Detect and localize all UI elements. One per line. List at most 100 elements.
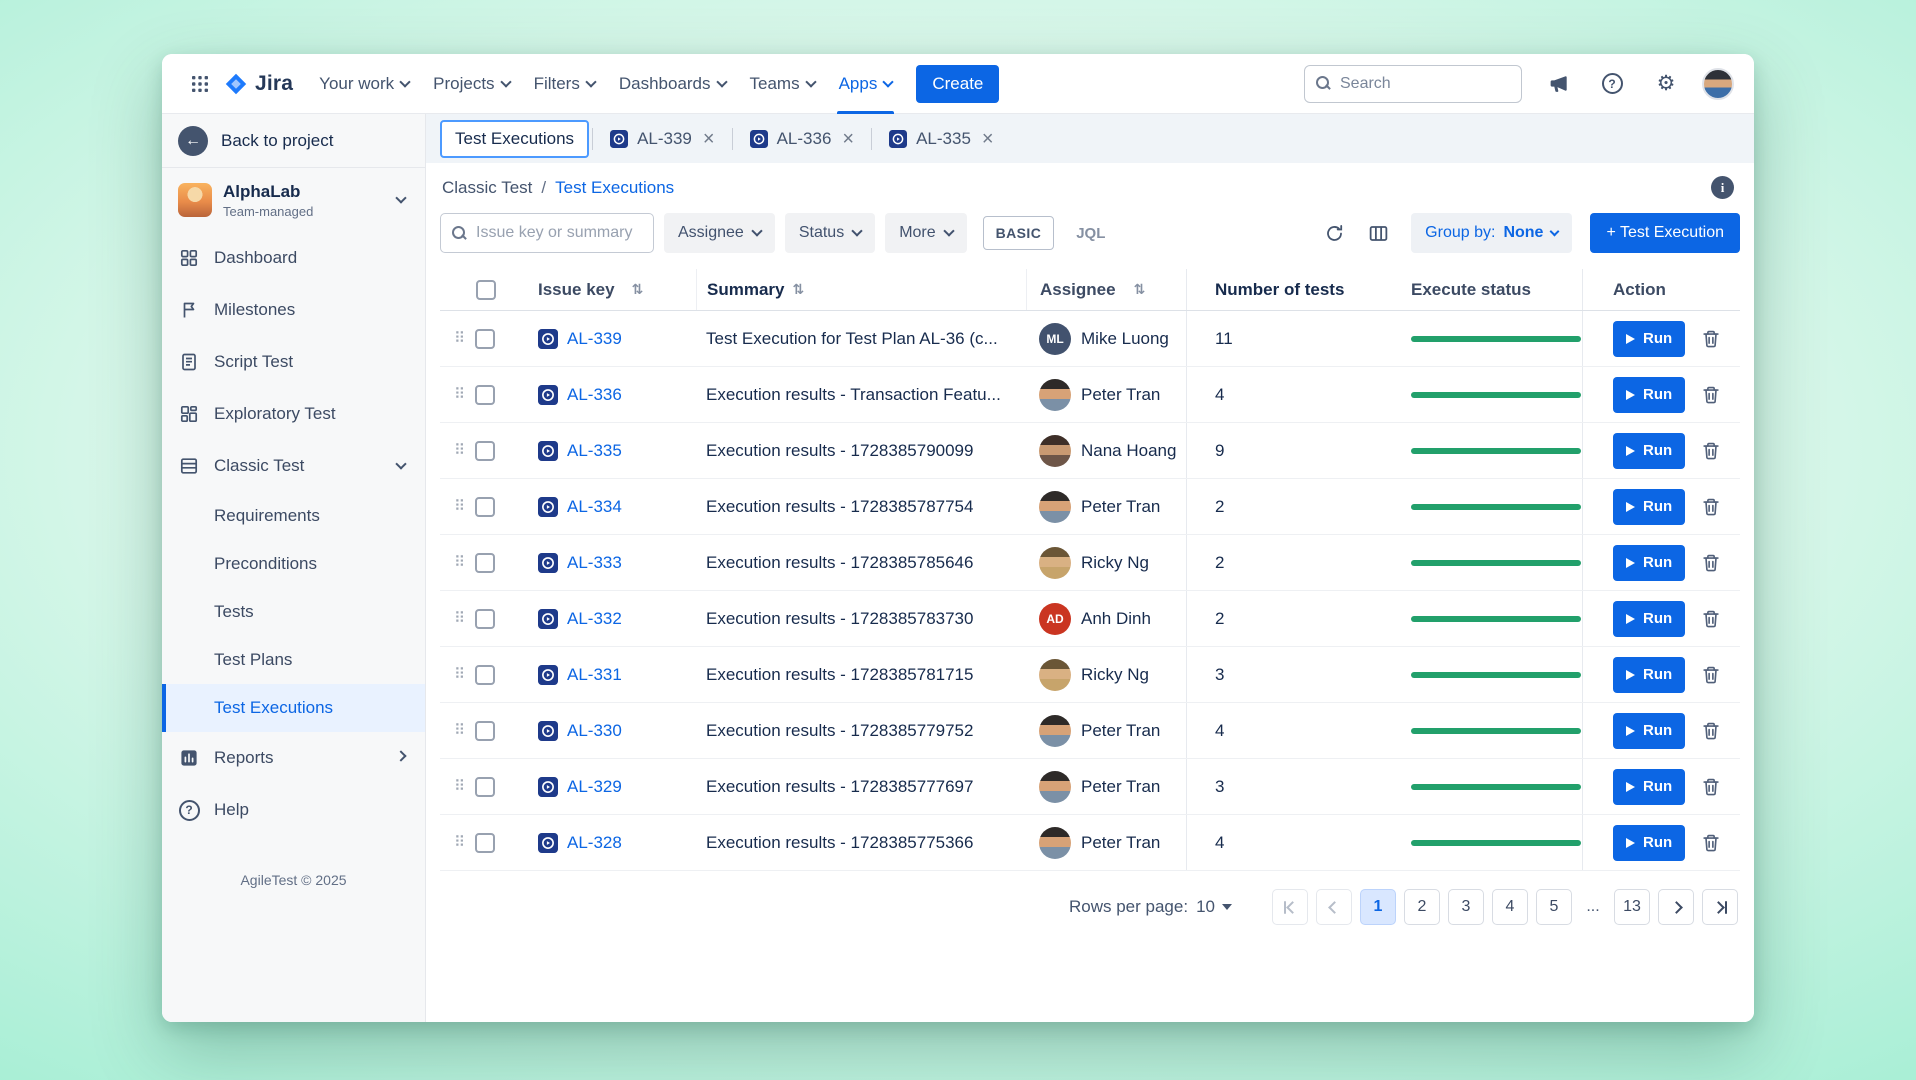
table-row[interactable]: ⠿ AL-333 Execution results - 17283857856… [440,535,1740,591]
row-checkbox[interactable] [475,497,495,517]
nav-teams[interactable]: Teams [738,54,827,114]
sort-icon[interactable]: ⇅ [1134,281,1146,298]
column-header-issue-key[interactable]: Issue key⇅ [506,269,696,310]
back-to-project[interactable]: ← Back to project [162,114,425,168]
drag-handle-icon[interactable]: ⠿ [454,387,465,402]
page-button-4[interactable]: 4 [1492,889,1528,925]
run-button[interactable]: Run [1613,545,1685,581]
page-button-2[interactable]: 2 [1404,889,1440,925]
select-all-checkbox[interactable] [476,280,496,300]
row-checkbox[interactable] [475,665,495,685]
close-icon[interactable]: × [982,129,994,149]
close-icon[interactable]: × [842,129,854,149]
run-button[interactable]: Run [1613,825,1685,861]
help-icon[interactable]: ? [1594,66,1630,102]
table-row[interactable]: ⠿ AL-339 Test Execution for Test Plan AL… [440,311,1740,367]
table-row[interactable]: ⠿ AL-334 Execution results - 17283857877… [440,479,1740,535]
user-avatar[interactable] [1702,68,1734,100]
issue-key-link[interactable]: AL-328 [567,833,622,853]
group-by-dropdown[interactable]: Group by: None [1411,213,1572,253]
last-page-button[interactable] [1702,889,1738,925]
create-button[interactable]: Create [916,65,999,103]
add-test-execution-button[interactable]: + Test Execution [1590,213,1740,253]
issue-key-link[interactable]: AL-335 [567,441,622,461]
page-button-5[interactable]: 5 [1536,889,1572,925]
refresh-icon[interactable] [1317,216,1351,250]
table-row[interactable]: ⠿ AL-330 Execution results - 17283857797… [440,703,1740,759]
drag-handle-icon[interactable]: ⠿ [454,555,465,570]
sidebar-item-reports[interactable]: Reports [162,732,425,784]
run-button[interactable]: Run [1613,489,1685,525]
delete-icon[interactable] [1701,385,1721,405]
rows-per-page-select[interactable]: 10 [1196,897,1232,917]
jql-mode-toggle[interactable]: JQL [1076,225,1105,242]
app-switcher-icon[interactable] [182,66,218,102]
table-row[interactable]: ⠿ AL-332 Execution results - 17283857837… [440,591,1740,647]
run-button[interactable]: Run [1613,377,1685,413]
sidebar-item-classic-test[interactable]: Classic Test [162,440,425,492]
tab-al-339[interactable]: AL-339 × [596,129,729,149]
table-row[interactable]: ⠿ AL-329 Execution results - 17283857776… [440,759,1740,815]
project-switcher[interactable]: AlphaLab Team-managed [162,168,425,232]
drag-handle-icon[interactable]: ⠿ [454,835,465,850]
delete-icon[interactable] [1701,665,1721,685]
global-search[interactable] [1304,65,1522,103]
page-button-3[interactable]: 3 [1448,889,1484,925]
sidebar-subitem-tests[interactable]: Tests [162,588,425,636]
more-filter-button[interactable]: More [885,213,966,253]
row-checkbox[interactable] [475,721,495,741]
issue-key-link[interactable]: AL-332 [567,609,622,629]
column-header-assignee[interactable]: Assignee⇅ [1026,269,1186,310]
issue-key-link[interactable]: AL-333 [567,553,622,573]
issue-key-link[interactable]: AL-334 [567,497,622,517]
delete-icon[interactable] [1701,329,1721,349]
tab-test-executions[interactable]: Test Executions [440,120,589,158]
info-icon[interactable]: i [1711,176,1734,199]
sidebar-item-script-test[interactable]: Script Test [162,336,425,388]
basic-mode-toggle[interactable]: BASIC [983,216,1055,250]
row-checkbox[interactable] [475,609,495,629]
nav-projects[interactable]: Projects [421,54,521,114]
delete-icon[interactable] [1701,553,1721,573]
sidebar-subitem-preconditions[interactable]: Preconditions [162,540,425,588]
issue-key-link[interactable]: AL-329 [567,777,622,797]
sidebar-item-exploratory-test[interactable]: Exploratory Test [162,388,425,440]
delete-icon[interactable] [1701,497,1721,517]
sidebar-subitem-requirements[interactable]: Requirements [162,492,425,540]
row-checkbox[interactable] [475,553,495,573]
row-checkbox[interactable] [475,329,495,349]
issue-key-link[interactable]: AL-339 [567,329,622,349]
row-checkbox[interactable] [475,441,495,461]
issue-search[interactable] [440,213,654,253]
drag-handle-icon[interactable]: ⠿ [454,667,465,682]
jira-logo[interactable]: Jira [224,72,293,96]
assignee-filter-button[interactable]: Assignee [664,213,775,253]
run-button[interactable]: Run [1613,657,1685,693]
tab-al-335[interactable]: AL-335 × [875,129,1008,149]
nav-your-work[interactable]: Your work [307,54,421,114]
columns-icon[interactable] [1361,216,1395,250]
delete-icon[interactable] [1701,609,1721,629]
nav-apps[interactable]: Apps [827,54,905,114]
drag-handle-icon[interactable]: ⠿ [454,611,465,626]
first-page-button[interactable] [1272,889,1308,925]
sidebar-subitem-test-executions[interactable]: Test Executions [162,684,425,732]
table-row[interactable]: ⠿ AL-328 Execution results - 17283857753… [440,815,1740,871]
row-checkbox[interactable] [475,833,495,853]
sort-icon[interactable]: ⇅ [632,281,644,298]
close-icon[interactable]: × [703,129,715,149]
sidebar-subitem-test-plans[interactable]: Test Plans [162,636,425,684]
issue-search-input[interactable] [476,224,642,242]
page-button-1[interactable]: 1 [1360,889,1396,925]
delete-icon[interactable] [1701,441,1721,461]
nav-dashboards[interactable]: Dashboards [607,54,738,114]
delete-icon[interactable] [1701,721,1721,741]
sort-icon[interactable]: ⇅ [792,281,804,298]
delete-icon[interactable] [1701,833,1721,853]
column-header-summary[interactable]: Summary⇅ [696,269,1026,310]
sidebar-item-milestones[interactable]: Milestones [162,284,425,336]
table-row[interactable]: ⠿ AL-335 Execution results - 17283857900… [440,423,1740,479]
issue-key-link[interactable]: AL-331 [567,665,622,685]
delete-icon[interactable] [1701,777,1721,797]
sidebar-item-dashboard[interactable]: Dashboard [162,232,425,284]
